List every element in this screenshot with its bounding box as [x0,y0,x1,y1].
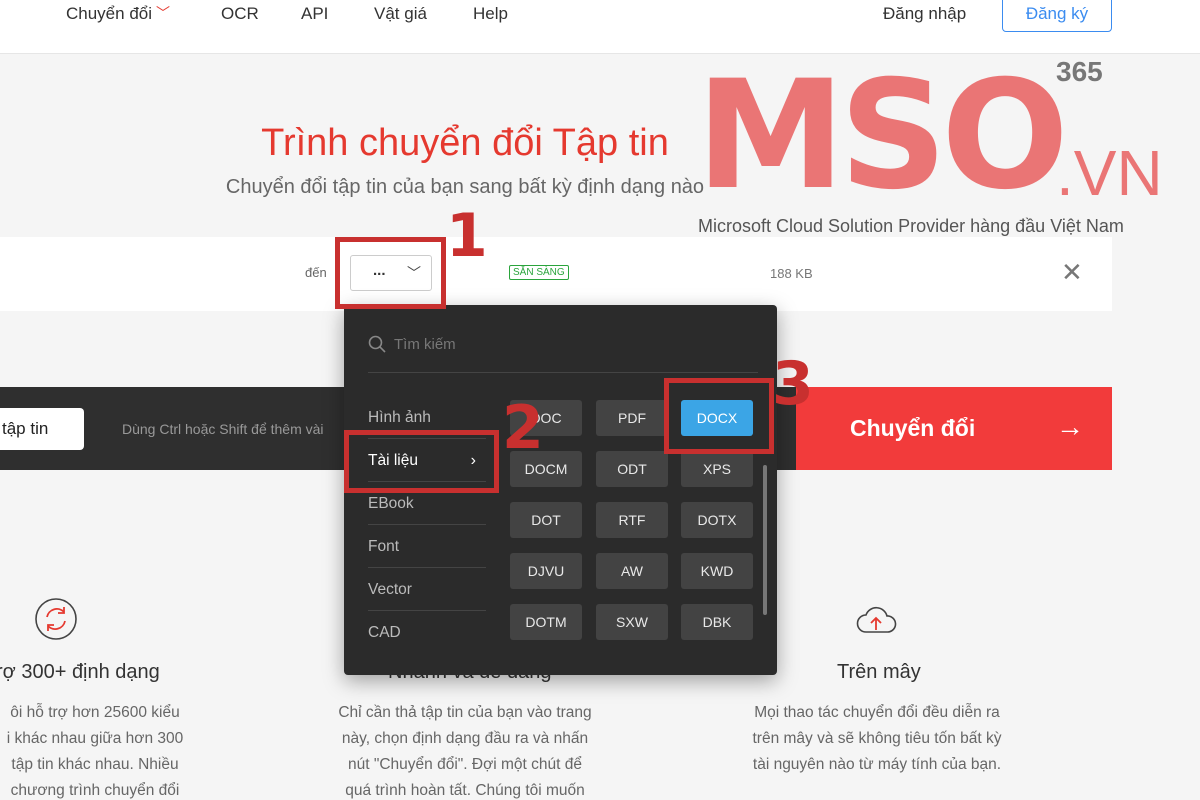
feature-desc-line: Mọi thao tác chuyển đổi đều diễn ra [754,704,1000,721]
nav-convert-label: Chuyển đổi [66,4,153,23]
nav-ocr[interactable]: OCR [221,4,259,24]
format-djvu[interactable]: DJVU [510,553,582,589]
multi-select-hint: Dùng Ctrl hoặc Shift để thêm vài [122,421,324,437]
category-cad[interactable]: CAD [368,612,486,654]
format-pdf[interactable]: PDF [596,400,668,436]
format-xps[interactable]: XPS [681,451,753,487]
feature-desc-line: trên mây và sẽ không tiêu tốn bất kỳ [752,730,1002,747]
format-dot[interactable]: DOT [510,502,582,538]
cloud-upload-icon [856,606,897,633]
status-badge: SẴN SÀNG [509,265,569,280]
feature-desc-line: chương trình chuyển đổi [10,782,180,799]
feature-desc-line: quá trình hoàn tất. Chúng tôi muốn [345,782,585,799]
category-vector[interactable]: Vector [368,569,486,611]
annotation-box-2 [344,430,499,493]
feature-desc-fast: Chỉ cần thả tập tin của bạn vào trang nà… [310,700,620,800]
watermark-brand: MSO [696,49,1069,223]
watermark-domain: .VN [1056,137,1163,209]
annotation-number-3: 3 [772,349,814,419]
search-icon [368,335,386,353]
watermark-superscript: 365 [1056,56,1103,87]
convert-button[interactable]: Chuyển đổi → [796,387,1112,470]
format-dbk[interactable]: DBK [681,604,753,640]
search-divider [368,372,758,373]
feature-desc-line: tập tin khác nhau. Nhiều [11,756,179,773]
format-kwd[interactable]: KWD [681,553,753,589]
format-search-input[interactable] [394,332,754,356]
refresh-icon [35,598,77,640]
watermark-tagline: Microsoft Cloud Solution Provider hàng đ… [698,216,1124,236]
top-navbar: Chuyển đổi ﹀ OCR API Vật giá Help Đăng nh… [0,0,1200,54]
feature-desc-line: Chỉ cần thả tập tin của bạn vào trang [338,704,592,721]
login-link[interactable]: Đăng nhập [883,4,966,24]
signup-button[interactable]: Đăng ký [1002,0,1112,32]
to-label: đến [305,265,327,280]
remove-file-close-icon[interactable]: ✕ [1061,259,1083,285]
format-odt[interactable]: ODT [596,451,668,487]
feature-desc-line: ôi hỗ trợ hơn 25600 kiểu [10,704,180,721]
feature-title-formats: rợ 300+ định dạng [0,661,160,683]
category-font[interactable]: Font [368,526,486,568]
feature-desc-line: i khác nhau giữa hơn 300 [6,730,184,747]
file-row: đến ... ﹀ SẴN SÀNG 188 KB ✕ [0,237,1112,311]
feature-desc-line: tài nguyên nào từ máy tính của bạn. [752,756,1002,773]
feature-desc-line: nút "Chuyển đổi". Đợi một chút để [348,756,582,773]
watermark-logo: MSO 365 .VN Microsoft Cloud Solution Pro… [696,56,1166,246]
format-dotx[interactable]: DOTX [681,502,753,538]
nav-pricing[interactable]: Vật giá [374,4,427,24]
nav-help[interactable]: Help [473,4,508,24]
format-dotm[interactable]: DOTM [510,604,582,640]
annotation-box-3 [664,378,774,454]
feature-desc-formats: ôi hỗ trợ hơn 25600 kiểu i khác nhau giữ… [0,700,200,800]
feature-desc-cloud: Mọi thao tác chuyển đổi đều diễn ra trên… [722,700,1032,778]
annotation-number-2: 2 [502,393,544,463]
feature-desc-line: này, chọn định dạng đầu ra và nhấn [341,730,589,747]
file-size: 188 KB [770,266,813,281]
nav-api[interactable]: API [301,4,328,24]
dropdown-scrollbar[interactable] [763,465,767,615]
nav-convert[interactable]: Chuyển đổi ﹀ [66,4,170,24]
arrow-right-icon: → [1056,411,1084,442]
convert-button-label: Chuyển đổi [850,415,976,441]
add-files-button[interactable]: tập tin [0,408,84,450]
feature-title-cloud: Trên mây [837,661,921,683]
format-rtf[interactable]: RTF [596,502,668,538]
format-aw[interactable]: AW [596,553,668,589]
annotation-box-1 [335,237,446,309]
annotation-number-1: 1 [446,201,488,271]
chevron-down-icon: ﹀ [156,5,171,21]
format-sxw[interactable]: SXW [596,604,668,640]
